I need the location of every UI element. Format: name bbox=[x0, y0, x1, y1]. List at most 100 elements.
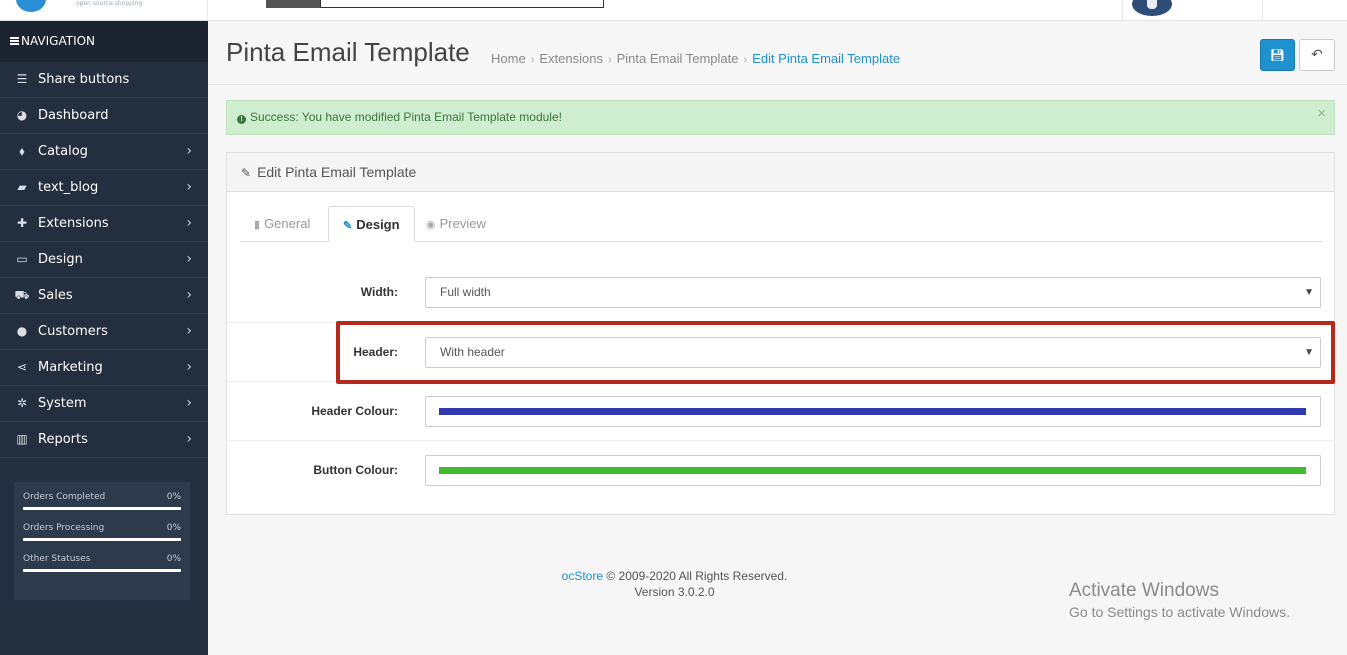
sidebar-item-design[interactable]: ▭ Design › bbox=[0, 242, 208, 278]
breadcrumb-home[interactable]: Home bbox=[491, 51, 526, 66]
divider bbox=[1122, 0, 1123, 21]
check-circle-icon: ! bbox=[237, 115, 246, 124]
windows-activation-watermark: Activate Windows Go to Settings to activ… bbox=[1069, 580, 1290, 620]
sidebar-item-system[interactable]: ✲ System › bbox=[0, 386, 208, 422]
page-title: Pinta Email Template bbox=[226, 37, 470, 67]
sidebar-item-label: Marketing bbox=[38, 360, 103, 375]
sidebar-item-sales[interactable]: ⛟ Sales › bbox=[0, 278, 208, 314]
button-colour-swatch bbox=[439, 467, 1306, 474]
stat-value: 0% bbox=[166, 492, 181, 502]
tab-general[interactable]: ▮ General bbox=[240, 206, 324, 242]
breadcrumb-separator: › bbox=[743, 54, 748, 66]
sidebar-item-extensions[interactable]: ✚ Extensions › bbox=[0, 206, 208, 242]
cart-icon: ⛟ bbox=[14, 288, 30, 302]
divider bbox=[1262, 0, 1263, 21]
sidebar-item-label: Catalog bbox=[38, 144, 88, 159]
caret-down-icon: ▼ bbox=[1304, 287, 1314, 298]
search-input[interactable] bbox=[320, 0, 604, 8]
footer-copyright: © 2009-2020 All Rights Reserved. bbox=[603, 569, 788, 583]
panel-heading: ✎ Edit Pinta Email Template bbox=[227, 153, 1334, 192]
footer-brand-link[interactable]: ocStore bbox=[562, 569, 603, 583]
sidebar-item-label: Share buttons bbox=[38, 72, 130, 87]
tab-bar: ▮ General ✎ Design ◉ Preview bbox=[240, 206, 1322, 242]
cog-icon: ✲ bbox=[16, 396, 28, 410]
sidebar-item-text-blog[interactable]: ▰ text_blog › bbox=[0, 170, 208, 206]
sidebar-item-label: System bbox=[38, 396, 87, 411]
list-icon: ☰ bbox=[16, 72, 28, 86]
avatar[interactable] bbox=[1132, 0, 1172, 16]
chevron-right-icon: › bbox=[186, 215, 192, 231]
dashboard-icon: ◕ bbox=[16, 108, 28, 122]
form-row-header-colour: Header Colour: bbox=[227, 381, 1334, 440]
logo[interactable]: open source shopping bbox=[0, 0, 208, 21]
sidebar-item-label: Design bbox=[38, 252, 83, 267]
header-colour-swatch bbox=[439, 408, 1306, 415]
header-colour-picker[interactable] bbox=[425, 396, 1321, 427]
chevron-right-icon: › bbox=[186, 251, 192, 267]
form-row-header: Header: With header ▼ bbox=[227, 322, 1334, 381]
progress-bar bbox=[23, 507, 181, 510]
header-colour-label: Header Colour: bbox=[311, 404, 398, 418]
page-header: Pinta Email Template Home › Extensions › Pin… bbox=[208, 21, 1347, 85]
alert-text: Success: You have modified Pinta Email T… bbox=[250, 110, 562, 124]
breadcrumb-separator: › bbox=[607, 54, 612, 66]
pencil-icon: ✎ bbox=[343, 220, 353, 232]
logo-icon bbox=[16, 0, 46, 12]
stat-value: 0% bbox=[166, 554, 181, 564]
book-icon: ▰ bbox=[17, 180, 27, 194]
save-icon: 💾︎ bbox=[1269, 48, 1286, 62]
width-value: Full width bbox=[440, 285, 491, 299]
stat-label: Orders Completed bbox=[23, 492, 106, 502]
close-icon[interactable]: × bbox=[1317, 97, 1326, 130]
main-content: Pinta Email Template Home › Extensions › Pin… bbox=[208, 21, 1347, 655]
sidebar-item-marketing[interactable]: ⋖ Marketing › bbox=[0, 350, 208, 386]
breadcrumb: Home › Extensions › Pinta Email Template › Edi… bbox=[491, 51, 900, 66]
save-button[interactable]: 💾︎ bbox=[1260, 39, 1295, 71]
breadcrumb-extensions[interactable]: Extensions bbox=[539, 51, 603, 66]
bar-chart-icon: ▥ bbox=[16, 432, 28, 446]
sidebar-item-reports[interactable]: ▥ Reports › bbox=[0, 422, 208, 458]
sidebar-item-label: Customers bbox=[38, 324, 108, 339]
sidebar-item-label: Dashboard bbox=[38, 108, 109, 123]
desktop-icon: ▭ bbox=[16, 252, 28, 266]
button-colour-label: Button Colour: bbox=[313, 463, 398, 477]
sidebar-item-label: text_blog bbox=[38, 180, 99, 195]
back-button[interactable]: ↶ bbox=[1299, 39, 1335, 71]
form-row-width: Width: Full width ▼ bbox=[227, 263, 1334, 322]
file-icon: ▮ bbox=[254, 219, 261, 231]
footer: ocStore © 2009-2020 All Rights Reserved.… bbox=[208, 568, 1141, 600]
form-row-button-colour: Button Colour: bbox=[227, 440, 1334, 499]
tab-design[interactable]: ✎ Design bbox=[328, 206, 415, 242]
breadcrumb-module[interactable]: Pinta Email Template bbox=[617, 51, 739, 66]
progress-bar bbox=[23, 569, 181, 572]
search-button[interactable] bbox=[266, 0, 320, 8]
panel-title: Edit Pinta Email Template bbox=[257, 164, 417, 180]
tags-icon: ⬧ bbox=[19, 144, 25, 158]
sidebar-item-share-buttons[interactable]: ☰ Share buttons bbox=[0, 62, 208, 98]
sidebar-item-customers[interactable]: ● Customers › bbox=[0, 314, 208, 350]
sidebar-item-label: Extensions bbox=[38, 216, 109, 231]
nav-list: ☰ Share buttons ◕ Dashboard ⬧ Catalog › ▰ text_b… bbox=[0, 62, 208, 458]
chevron-right-icon: › bbox=[186, 431, 192, 447]
chevron-right-icon: › bbox=[186, 323, 192, 339]
share-icon: ⋖ bbox=[16, 360, 28, 374]
user-icon: ● bbox=[16, 324, 28, 338]
sidebar-item-dashboard[interactable]: ◕ Dashboard bbox=[0, 98, 208, 134]
header-value: With header bbox=[440, 345, 505, 359]
tab-preview[interactable]: ◉ Preview bbox=[412, 206, 500, 242]
breadcrumb-current[interactable]: Edit Pinta Email Template bbox=[752, 51, 900, 66]
chevron-right-icon: › bbox=[186, 287, 192, 303]
header-select[interactable]: With header ▼ bbox=[425, 337, 1321, 368]
navigation-heading[interactable]: NAVIGATION bbox=[0, 21, 208, 62]
width-label: Width: bbox=[360, 285, 398, 299]
stat-value: 0% bbox=[166, 523, 181, 533]
stat-other-statuses: Other Statuses 0% bbox=[23, 551, 181, 582]
button-colour-picker[interactable] bbox=[425, 455, 1321, 486]
sidebar-item-catalog[interactable]: ⬧ Catalog › bbox=[0, 134, 208, 170]
stat-orders-processing: Orders Processing 0% bbox=[23, 520, 181, 551]
footer-version: Version 3.0.2.0 bbox=[634, 585, 715, 599]
progress-bar bbox=[23, 538, 181, 541]
order-stats: Orders Completed 0% Orders Processing 0% O… bbox=[14, 482, 190, 600]
edit-panel: ✎ Edit Pinta Email Template ▮ General ✎ Des… bbox=[226, 152, 1335, 515]
width-select[interactable]: Full width ▼ bbox=[425, 277, 1321, 308]
